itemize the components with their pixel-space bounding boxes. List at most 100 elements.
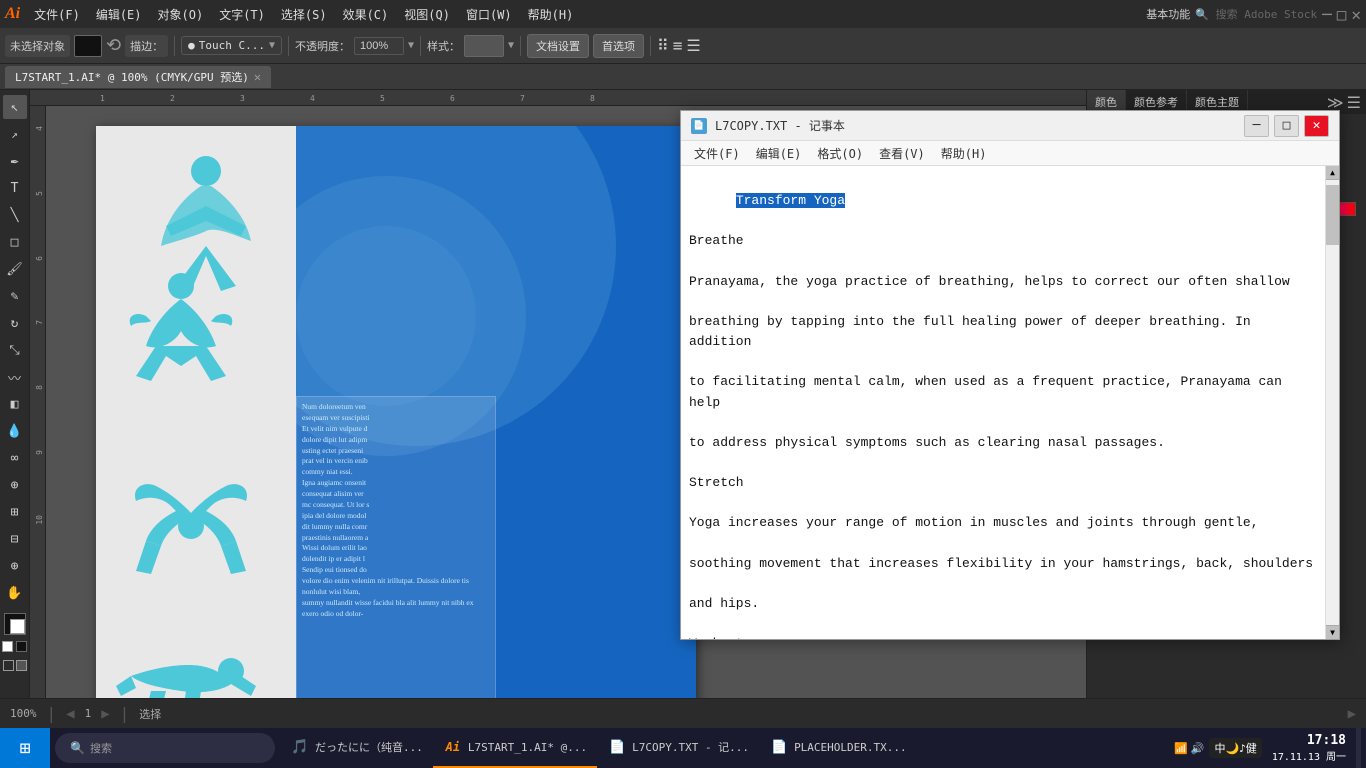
notepad-minimize-button[interactable]: ─ — [1244, 115, 1269, 137]
scroll-right-icon[interactable]: ▶ — [1348, 706, 1356, 722]
window-minimize-icon[interactable]: ─ — [1322, 5, 1332, 24]
ai-taskbar-icon-text: Ai — [446, 740, 460, 754]
paintbrush-tool[interactable]: 🖌 — [3, 257, 27, 281]
menu-view[interactable]: 视图(Q) — [397, 3, 457, 26]
notepad-scrollbar[interactable]: ▲ ▼ — [1325, 166, 1339, 639]
gradient-tool[interactable]: ◧ — [3, 392, 27, 416]
panel-expand-icon[interactable]: ≫ — [1327, 93, 1344, 112]
style-box[interactable] — [464, 35, 504, 57]
taskbar-item-notepad1[interactable]: 📄 L7COPY.TXT - 记... — [597, 728, 759, 768]
warp-tool[interactable]: 〰 — [3, 365, 27, 389]
opacity-label: 不透明度： — [295, 38, 350, 54]
touch-dropdown-icon[interactable]: ▼ — [269, 40, 275, 51]
swap-colors-icon[interactable] — [2, 641, 13, 652]
menu-effect[interactable]: 效果(C) — [336, 3, 396, 26]
document-tab[interactable]: L7START_1.AI* @ 100% (CMYK/GPU 预选) ✕ — [5, 66, 271, 88]
notepad-selected-text: Transform Yoga — [736, 193, 845, 208]
menu-help[interactable]: 帮助(H) — [521, 3, 581, 26]
taskbar-search-box[interactable]: 🔍 搜索 — [55, 733, 275, 763]
ime-indicator[interactable]: 中🌙♪健 — [1209, 738, 1261, 758]
panel-menu-icon[interactable]: ☰ — [1347, 93, 1361, 112]
menu-window[interactable]: 窗口(W) — [459, 3, 519, 26]
notepad-maximize-button[interactable]: □ — [1274, 115, 1299, 137]
notepad-menu-edit[interactable]: 编辑(E) — [748, 142, 810, 165]
taskbar-search-label: 搜索 — [90, 740, 112, 756]
page-number: 1 — [85, 707, 92, 720]
opacity-input[interactable] — [354, 37, 404, 55]
default-colors-icon[interactable] — [16, 641, 27, 652]
screen-mode-icon[interactable] — [16, 660, 27, 671]
window-close-icon[interactable]: ✕ — [1351, 5, 1361, 24]
scale-tool[interactable]: ⤡ — [3, 338, 27, 362]
taskbar-item-music[interactable]: 🎵 だったにに（纯音... — [280, 728, 433, 768]
symbol-tool[interactable]: ⊕ — [3, 473, 27, 497]
tab-close-icon[interactable]: ✕ — [254, 70, 261, 84]
system-tray-icons: 📶 🔊 — [1174, 742, 1204, 755]
arrange-icon[interactable]: ⠿ — [657, 36, 669, 55]
touch-toolbar-selector[interactable]: ● Touch C... ▼ — [181, 36, 282, 55]
menu-edit[interactable]: 编辑(E) — [89, 3, 149, 26]
system-clock[interactable]: 17:18 17.11.13 周一 — [1267, 733, 1351, 763]
notepad-menu-file[interactable]: 文件(F) — [686, 142, 748, 165]
eyedropper-tool[interactable]: 💧 — [3, 419, 27, 443]
show-desktop-button[interactable] — [1356, 728, 1361, 768]
zoom-tool[interactable]: ⊕ — [3, 554, 27, 578]
taskbar-item-illustrator[interactable]: Ai L7START_1.AI* @... — [433, 728, 597, 768]
pen-tool[interactable]: ✒ — [3, 149, 27, 173]
notepad-text-display[interactable]: Transform Yoga Breathe Pranayama, the yo… — [681, 166, 1325, 639]
notepad-app-icon: 📄 — [691, 118, 707, 134]
artboard[interactable]: Num doloreetum ven esequam ver suscipist… — [96, 126, 696, 698]
notepad1-icon: 📄 — [609, 740, 625, 755]
more-options-icon[interactable]: ☰ — [686, 36, 700, 55]
menu-select[interactable]: 选择(S) — [274, 3, 334, 26]
taskbar-start-button[interactable]: ⊞ — [0, 728, 50, 768]
line-tool[interactable]: ╲ — [3, 203, 27, 227]
notepad-close-button[interactable]: ✕ — [1304, 115, 1329, 137]
blend-tool[interactable]: ∞ — [3, 446, 27, 470]
notepad-menu-format[interactable]: 格式(O) — [809, 142, 871, 165]
workspace-label[interactable]: 基本功能 — [1146, 6, 1190, 22]
selection-tool[interactable]: ↖ — [3, 95, 27, 119]
notepad-icon-text: 📄 — [693, 121, 704, 131]
next-page-icon[interactable]: ▶ — [101, 706, 109, 722]
shape-tool[interactable]: □ — [3, 230, 27, 254]
window-maximize-icon[interactable]: □ — [1337, 5, 1347, 24]
notepad-menu-view[interactable]: 查看(V) — [871, 142, 933, 165]
taskbar-right: 📶 🔊 中🌙♪健 17:18 17.11.13 周一 — [1174, 728, 1366, 768]
style-label: 样式： — [427, 38, 460, 54]
prev-page-icon[interactable]: ◀ — [66, 706, 74, 722]
clock-time: 17:18 — [1272, 733, 1346, 748]
artboard-left-panel — [96, 126, 296, 698]
fill-color-swatch[interactable] — [4, 613, 26, 635]
opacity-dropdown-icon[interactable]: ▼ — [408, 40, 414, 51]
placeholder-text-block[interactable]: Num doloreetum ven esequam ver suscipist… — [296, 396, 496, 698]
direct-selection-tool[interactable]: ↗ — [3, 122, 27, 146]
style-dropdown-icon[interactable]: ▼ — [508, 40, 514, 51]
normal-mode-icon[interactable] — [3, 660, 14, 671]
stroke-mode-icon[interactable]: ⟲ — [106, 35, 121, 56]
align-icon[interactable]: ≡ — [673, 36, 683, 55]
preferences-button[interactable]: 首选项 — [593, 34, 644, 58]
artboard-tool[interactable]: ⊞ — [3, 500, 27, 524]
menu-file[interactable]: 文件(F) — [27, 3, 87, 26]
type-tool[interactable]: T — [3, 176, 27, 200]
notepad-menu-help[interactable]: 帮助(H) — [933, 142, 995, 165]
illustrator-menubar: Ai 文件(F) 编辑(E) 对象(O) 文字(T) 选择(S) 效果(C) 视… — [0, 0, 1366, 28]
slice-tool[interactable]: ⊟ — [3, 527, 27, 551]
taskbar-item-notepad2[interactable]: 📄 PLACEHOLDER.TX... — [759, 728, 917, 768]
rotate-tool[interactable]: ↻ — [3, 311, 27, 335]
fill-color-box[interactable] — [74, 35, 102, 57]
notepad-window-controls: ─ □ ✕ — [1244, 115, 1329, 137]
menu-text[interactable]: 文字(T) — [212, 3, 272, 26]
search-stock-label[interactable]: 🔍 搜索 Adobe Stock — [1195, 6, 1317, 22]
pencil-tool[interactable]: ✎ — [3, 284, 27, 308]
placeholder-text-content: Num doloreetum ven esequam ver suscipist… — [302, 402, 475, 618]
scrollbar-thumb[interactable] — [1326, 185, 1339, 245]
notepad1-taskbar-icon: 📄 — [607, 737, 627, 757]
menu-object[interactable]: 对象(O) — [151, 3, 211, 26]
scrollbar-down-button[interactable]: ▼ — [1326, 625, 1339, 639]
illustrator-statusbar: 100% | ◀ 1 ▶ | 选择 ▶ — [0, 698, 1366, 728]
scrollbar-up-button[interactable]: ▲ — [1326, 166, 1339, 180]
hand-tool[interactable]: ✋ — [3, 581, 27, 605]
doc-settings-button[interactable]: 文档设置 — [527, 34, 589, 58]
